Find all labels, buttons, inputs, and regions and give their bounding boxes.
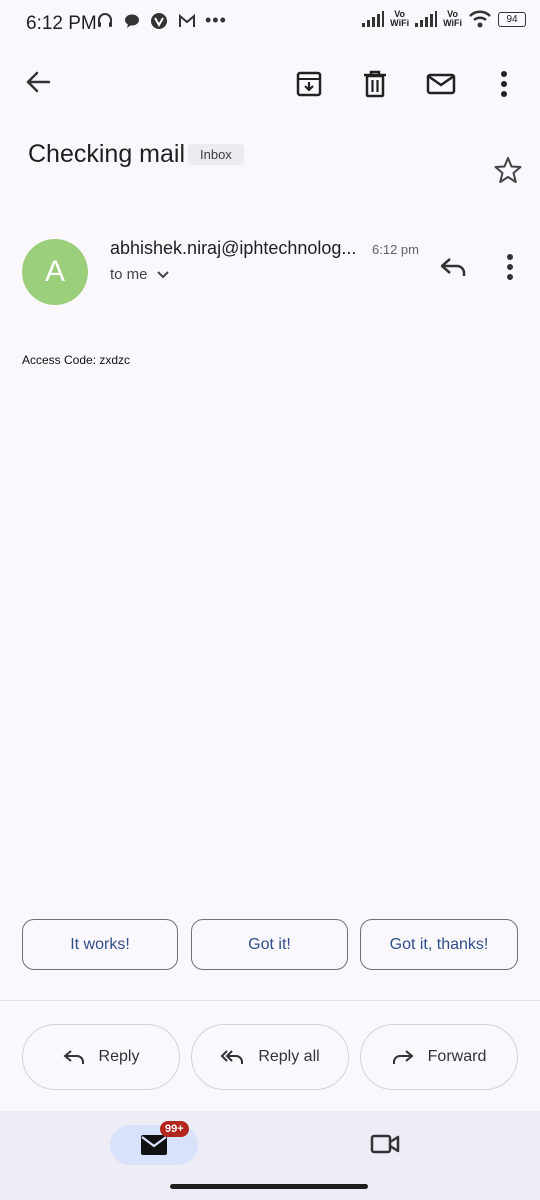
message-more-button[interactable] [498,250,522,284]
star-button[interactable] [492,154,524,186]
email-subject: Checking mail [28,140,186,168]
reply-all-icon [220,1050,244,1064]
wifi-label: WiFi [390,18,410,28]
delete-icon [364,70,386,98]
status-time: 6:12 PM [26,13,97,34]
forward-button[interactable]: Forward [360,1024,518,1090]
delete-button[interactable] [359,68,391,100]
archive-button[interactable] [293,68,325,100]
headset-icon [98,13,112,27]
gmail-notification-icon [179,13,195,27]
smart-reply-1[interactable]: It works! [22,919,178,970]
mark-unread-icon [426,73,456,95]
reply-label: Reply [98,1048,140,1065]
reply-icon [62,1050,84,1064]
notification-icons [96,12,196,30]
reply-icon [440,258,466,276]
status-bar: 6:12 PM ••• Vo WiFi Vo WiFi 94 [0,0,540,48]
reply-icon-button[interactable] [436,250,470,284]
unread-badge: 99+ [160,1121,189,1137]
email-body: Access Code: zxdzc [22,353,131,367]
video-camera-icon [370,1134,400,1154]
star-icon [494,157,522,183]
signal-icon [362,11,385,27]
recipient-details[interactable]: to me [110,266,170,283]
smart-reply-3[interactable]: Got it, thanks! [360,919,518,970]
mail-icon [141,1135,167,1155]
more-options-button[interactable] [490,68,518,100]
reply-button[interactable]: Reply [22,1024,180,1090]
archive-icon [296,71,322,97]
back-arrow-icon [26,71,51,93]
battery-indicator: 94 [498,11,526,27]
more-vert-icon [501,71,507,97]
reply-all-button[interactable]: Reply all [191,1024,349,1090]
wifi-label-2: WiFi [443,18,462,28]
back-button[interactable] [22,66,54,98]
reply-all-label: Reply all [258,1048,320,1065]
more-vert-icon [507,254,513,280]
vowifi-indicator: Vo WiFi [390,10,409,28]
recipient-label: to me [110,266,148,283]
chevron-down-icon [156,270,169,278]
signal-icon-2 [415,11,438,27]
forward-label: Forward [427,1048,487,1065]
nav-meet-tab[interactable] [367,1128,403,1160]
sent-time: 6:12 pm [372,242,419,257]
label-chip[interactable]: Inbox [188,144,244,165]
wifi-icon [469,10,491,28]
forward-icon [392,1050,414,1064]
mark-unread-button[interactable] [423,68,459,100]
chat-bubble-icon [125,14,139,28]
sender-address[interactable]: abhishek.niraj@iphtechnolog... [110,238,356,259]
divider [0,1000,540,1001]
more-notifications-icon: ••• [205,10,227,30]
sender-avatar[interactable]: A [22,239,88,305]
app-logo-icon [151,13,167,29]
home-indicator[interactable] [170,1184,368,1189]
system-icons: Vo WiFi Vo WiFi 94 [362,10,526,28]
smart-reply-2[interactable]: Got it! [191,919,348,970]
vowifi-indicator-2: Vo WiFi [443,10,462,28]
